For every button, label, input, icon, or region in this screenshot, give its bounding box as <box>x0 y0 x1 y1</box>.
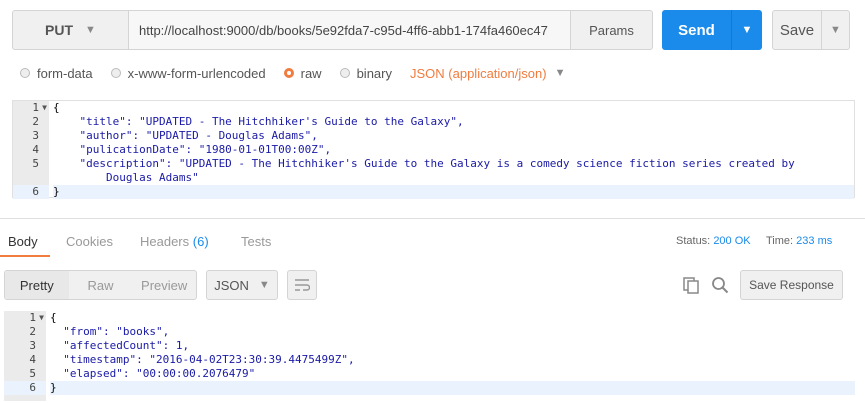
radio-form-data[interactable]: form-data <box>20 66 93 81</box>
line-number <box>13 171 49 185</box>
tab-cookies[interactable]: Cookies <box>66 234 113 249</box>
copy-icon[interactable] <box>682 276 700 294</box>
save-dropdown-button[interactable]: ▼ <box>822 10 850 50</box>
code-line: "affectedCount": 1, <box>50 339 190 352</box>
radio-circle-icon <box>110 68 121 78</box>
tab-body[interactable]: Body <box>8 234 38 249</box>
url-input[interactable]: http://localhost:9000/db/books/5e92fda7-… <box>129 10 571 50</box>
response-gutter: 1 ▼ 2 3 4 5 6 <box>4 311 46 401</box>
request-code: { "title": "UPDATED - The Hitchhiker's G… <box>53 101 854 199</box>
line-number: 1 ▼ <box>29 311 44 324</box>
radio-circle-icon <box>339 68 350 78</box>
fold-arrow-icon: ▼ <box>42 103 47 112</box>
request-body-editor[interactable]: 1 ▼ 2 3 4 5 6 { "title": "UPDATED - The H… <box>12 100 855 199</box>
active-tab-indicator <box>0 255 50 257</box>
response-body-viewer[interactable]: 1 ▼ 2 3 4 5 6 { "from": "books", "affecte… <box>4 311 855 401</box>
view-pretty[interactable]: Pretty <box>5 271 69 299</box>
send-dropdown-button[interactable]: ▼ <box>731 10 762 50</box>
wrap-icon <box>295 279 310 291</box>
line-number: 6 <box>13 185 49 199</box>
line-number: 4 <box>32 143 39 156</box>
radio-selected-icon <box>283 68 294 78</box>
line-number: 6 <box>4 381 46 395</box>
code-line: "description": "UPDATED - The Hitchhiker… <box>53 157 795 170</box>
line-number: 1 ▼ <box>32 101 47 114</box>
code-line: } <box>53 185 854 199</box>
format-select[interactable]: JSON ▼ <box>206 270 278 300</box>
wrap-lines-button[interactable] <box>287 270 317 300</box>
view-mode-toggle: Pretty Raw Preview <box>4 270 197 300</box>
code-line: "timestamp": "2016-04-02T23:30:39.447549… <box>50 353 355 366</box>
radio-urlencoded[interactable]: x-www-form-urlencoded <box>110 66 266 81</box>
radio-circle-icon <box>20 68 30 78</box>
radio-binary[interactable]: binary <box>339 66 392 81</box>
code-line: "title": "UPDATED - The Hitchhiker's Gui… <box>53 115 464 128</box>
line-number: 4 <box>29 353 36 366</box>
line-number: 3 <box>29 339 36 352</box>
view-preview[interactable]: Preview <box>132 271 196 299</box>
body-type-options: form-data x-www-form-urlencoded raw bina… <box>20 63 565 83</box>
divider <box>0 218 865 219</box>
code-line: "elapsed": "00:00:00.2076479" <box>50 367 256 380</box>
code-line: "author": "UPDATED - Douglas Adams", <box>53 129 318 142</box>
code-line: "pulicationDate": "1980-01-01T00:00Z", <box>53 143 332 156</box>
tab-headers[interactable]: Headers (6) <box>140 234 209 249</box>
chevron-down-icon: ▼ <box>258 279 270 291</box>
radio-raw[interactable]: raw <box>283 66 322 81</box>
view-raw[interactable]: Raw <box>69 271 133 299</box>
tab-tests[interactable]: Tests <box>241 234 271 249</box>
time-readout: Time: 233 ms <box>766 235 833 247</box>
chevron-down-icon: ▼ <box>554 67 566 79</box>
search-icon[interactable] <box>711 276 729 294</box>
code-line: Douglas Adams" <box>53 171 199 184</box>
method-select[interactable]: PUT ▼ <box>12 10 129 50</box>
code-line: } <box>50 381 855 395</box>
response-code: { "from": "books", "affectedCount": 1, "… <box>50 311 855 395</box>
save-button[interactable]: Save <box>772 10 822 50</box>
chevron-down-icon: ▼ <box>85 24 96 36</box>
code-line: { <box>53 101 60 114</box>
params-button[interactable]: Params <box>571 10 653 50</box>
status-readout: Status: 200 OK <box>676 235 751 247</box>
send-button[interactable]: Send <box>662 10 731 50</box>
headers-count: (6) <box>192 234 209 249</box>
code-line: { <box>50 311 57 324</box>
line-number: 3 <box>32 129 39 142</box>
line-number: 2 <box>29 325 36 338</box>
fold-arrow-icon: ▼ <box>39 313 44 322</box>
chevron-down-icon: ▼ <box>741 24 753 36</box>
line-number: 2 <box>32 115 39 128</box>
request-gutter: 1 ▼ 2 3 4 5 6 <box>13 101 49 199</box>
method-label: PUT <box>45 22 74 38</box>
line-number: 5 <box>32 157 39 170</box>
save-response-button[interactable]: Save Response <box>740 270 843 300</box>
chevron-down-icon: ▼ <box>830 24 841 36</box>
code-line: "from": "books", <box>50 325 170 338</box>
line-number: 5 <box>29 367 36 380</box>
response-tabs: Body Cookies Headers (6) Tests Status: 2… <box>0 226 865 257</box>
url-text: http://localhost:9000/db/books/5e92fda7-… <box>139 22 548 38</box>
content-type-select[interactable]: JSON (application/json) ▼ <box>410 66 565 81</box>
